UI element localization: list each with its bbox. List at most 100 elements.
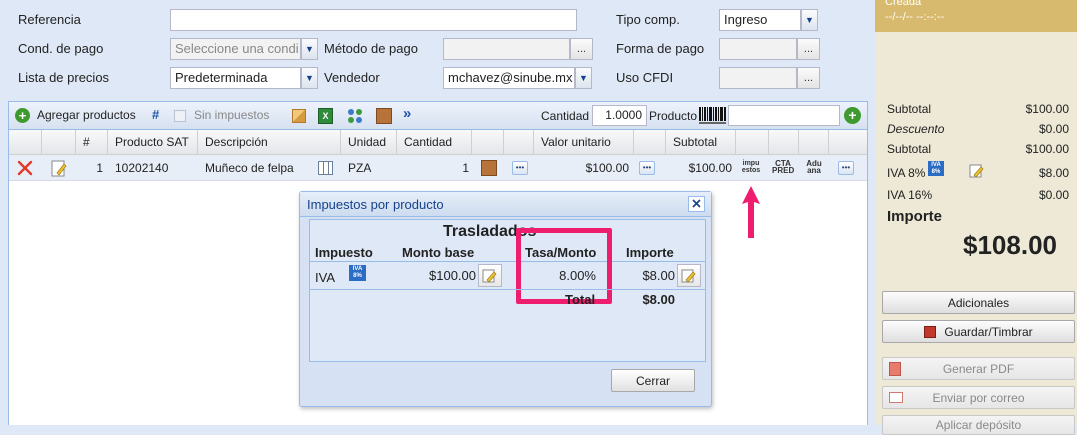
row-impuesto: IVA <box>315 270 335 285</box>
row-divider <box>310 289 705 290</box>
referencia-input[interactable] <box>170 9 577 31</box>
grid-icon[interactable] <box>347 108 363 124</box>
dialog-body: Trasladados Impuesto Monto base Tasa/Mon… <box>309 219 706 362</box>
save-icon <box>924 325 937 338</box>
pdf-icon <box>889 362 901 376</box>
descuento-label: Descuento <box>887 122 945 136</box>
status-datetime: --/--/-- --:--:-- <box>885 11 945 23</box>
col-impuesto: Impuesto <box>315 245 373 260</box>
row-tasa-monto[interactable]: 8.00% <box>524 268 596 283</box>
subtotal-row-2: Subtotal $100.00 <box>887 142 1069 156</box>
guardar-timbrar-button[interactable]: Guardar/Timbrar <box>882 320 1075 343</box>
box-icon[interactable] <box>376 108 392 124</box>
impuestos-dialog: Impuestos por producto Trasladados Impue… <box>299 191 712 407</box>
inventory-box-icon[interactable] <box>481 160 497 176</box>
table-row[interactable]: 1 10202140 Muñeco de felpa PZA 1 ••• $10… <box>9 155 867 181</box>
row-cantidad: 1 <box>462 161 469 175</box>
total-label: Total <box>565 292 596 307</box>
impuestos-button[interactable]: impu estos <box>740 160 762 174</box>
cerrar-button[interactable]: Cerrar <box>611 369 695 392</box>
descuento-row: Descuento $0.00 <box>887 122 1069 136</box>
edit-monto-base-button[interactable] <box>478 264 502 287</box>
barcode-icon[interactable] <box>699 107 727 125</box>
header-blank-3 <box>634 130 666 155</box>
uso-cfdi-label: Uso CFDI <box>616 70 674 85</box>
close-icon[interactable] <box>688 196 705 212</box>
row-unidad: PZA <box>348 161 372 175</box>
mail-icon <box>889 392 903 403</box>
sin-impuestos-checkbox[interactable] <box>174 110 186 122</box>
delete-icon[interactable] <box>16 155 34 181</box>
adicionales-button[interactable]: Adicionales <box>882 291 1075 314</box>
cantidad-input[interactable]: 1.0000 <box>592 105 647 126</box>
metodo-pago-input[interactable] <box>443 38 570 60</box>
add-products-button[interactable]: Agregar productos <box>37 108 136 122</box>
metodo-pago-ellipsis-button[interactable]: ... <box>570 38 593 60</box>
edit-importe-button[interactable] <box>677 264 701 287</box>
header-descripcion[interactable]: Descripción <box>198 130 341 155</box>
row-cantidad-ellipsis-button[interactable]: ••• <box>512 161 528 175</box>
aduana-button[interactable]: Adu ana <box>803 160 825 175</box>
vendedor-dropdown-icon[interactable]: ▼ <box>575 67 592 89</box>
lista-precios-select[interactable]: Predeterminada <box>170 67 301 89</box>
forma-pago-ellipsis-button[interactable]: ... <box>797 38 820 60</box>
copy-icon[interactable] <box>292 109 306 123</box>
unit-table-icon[interactable] <box>318 161 333 175</box>
lista-precios-dropdown-icon[interactable]: ▼ <box>301 67 318 89</box>
header-divider <box>310 261 705 262</box>
generar-pdf-button[interactable]: Generar PDF <box>882 357 1075 380</box>
row-valor-unitario: $100.00 <box>585 161 629 175</box>
subtotal-value-1: $100.00 <box>1025 102 1069 116</box>
row-num: 1 <box>96 161 103 175</box>
importe-label: Importe <box>887 208 943 225</box>
edit-iva-icon[interactable] <box>969 163 985 179</box>
header-edit <box>42 130 76 155</box>
col-monto-base: Monto base <box>402 245 475 260</box>
header-cantidad[interactable]: Cantidad <box>397 130 472 155</box>
cta-pred-button[interactable]: CTA PRED <box>772 160 794 175</box>
importe-total: $108.00 <box>963 230 1057 260</box>
producto-input[interactable] <box>728 105 840 126</box>
add-product-icon[interactable]: + <box>844 107 861 124</box>
row-more-ellipsis-button[interactable]: ••• <box>838 161 854 175</box>
header-blank-5 <box>769 130 799 155</box>
header-subtotal[interactable]: Subtotal <box>666 130 736 155</box>
header-valor-unitario[interactable]: Valor unitario <box>534 130 634 155</box>
excel-icon[interactable]: X <box>318 108 333 124</box>
vendedor-select[interactable]: mchavez@sinube.mx <box>443 67 575 89</box>
forma-pago-input[interactable] <box>719 38 797 60</box>
header-producto-sat[interactable]: Producto SAT <box>108 130 198 155</box>
uso-cfdi-input[interactable] <box>719 67 797 89</box>
enviar-correo-button[interactable]: Enviar por correo <box>882 386 1075 409</box>
total-value: $8.00 <box>642 292 675 307</box>
add-icon[interactable]: + <box>15 108 30 123</box>
sin-impuestos-label: Sin impuestos <box>194 108 270 122</box>
tipo-comp-select[interactable]: Ingreso <box>719 9 801 31</box>
referencia-label: Referencia <box>18 12 81 27</box>
row-subtotal: $100.00 <box>688 161 732 175</box>
vendedor-label: Vendedor <box>324 70 380 85</box>
cond-pago-select[interactable]: Seleccione una condi <box>170 38 301 60</box>
uso-cfdi-ellipsis-button[interactable]: ... <box>797 67 820 89</box>
cond-pago-dropdown-icon[interactable]: ▼ <box>301 38 318 60</box>
iva16-row: IVA 16% $0.00 <box>887 188 1069 202</box>
hash-button[interactable]: # <box>152 107 159 122</box>
edit-icon[interactable] <box>51 155 67 181</box>
iva16-label: IVA 16% <box>887 188 933 202</box>
header-num[interactable]: # <box>76 130 108 155</box>
aplicar-deposito-button[interactable]: Aplicar depósito <box>882 415 1075 435</box>
more-chevron-icon[interactable]: » <box>403 105 411 122</box>
iva-badge-icon: IVA 8% <box>349 265 366 281</box>
header-blank-1 <box>472 130 504 155</box>
iva16-value: $0.00 <box>1038 188 1069 202</box>
tipo-comp-dropdown-icon[interactable]: ▼ <box>801 9 818 31</box>
producto-label: Producto <box>649 109 698 123</box>
header-unidad[interactable]: Unidad <box>341 130 397 155</box>
row-valor-ellipsis-button[interactable]: ••• <box>639 161 655 175</box>
enviar-correo-label: Enviar por correo <box>932 390 1025 405</box>
status-header: Creada --/--/-- --:--:-- <box>875 0 1077 32</box>
annotation-arrow-icon <box>740 184 762 240</box>
summary-panel: Creada --/--/-- --:--:-- Subtotal $100.0… <box>875 0 1077 435</box>
row-descripcion: Muñeco de felpa <box>205 161 294 175</box>
header-blank-4 <box>736 130 769 155</box>
